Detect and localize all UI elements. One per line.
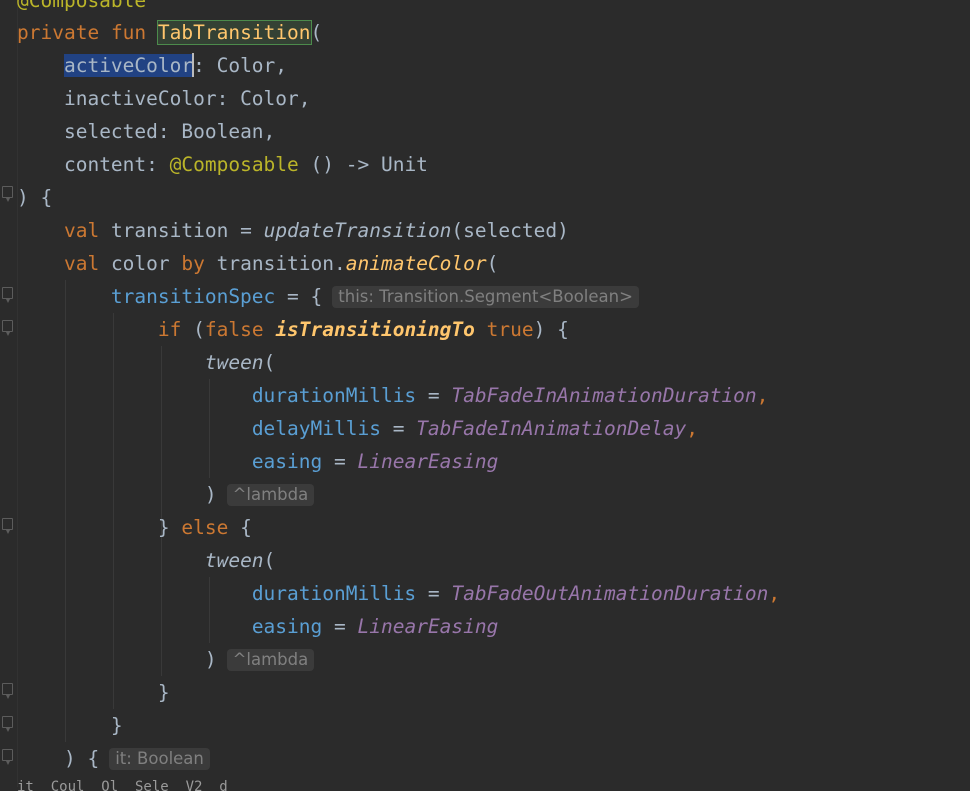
code-text: = (416, 582, 452, 605)
fold-end-icon[interactable] (2, 683, 13, 699)
code-line[interactable]: private fun TabTransition( (17, 16, 322, 49)
constant: LinearEasing (357, 450, 499, 473)
named-argument: transitionSpec (110, 285, 276, 308)
code-text: ) { (533, 318, 569, 341)
code-line[interactable]: val transition = updateTransition(select… (17, 214, 569, 247)
code-text: } (157, 516, 182, 539)
constant: TabFadeOutAnimationDuration (451, 582, 769, 605)
code-line[interactable]: if (false isTransitioningTo true) { (17, 313, 569, 346)
code-text: = (380, 417, 417, 440)
paren: ) (204, 648, 217, 671)
constant: LinearEasing (357, 615, 499, 638)
code-line[interactable]: selected: Boolean, (17, 115, 275, 148)
constant: TabFadeInAnimationDuration (451, 384, 757, 407)
fold-end-icon[interactable] (2, 518, 13, 534)
code-line[interactable]: tween( (17, 544, 275, 577)
signature-close: ) { (17, 186, 53, 209)
paren: ( (310, 21, 323, 44)
code-text: = (322, 450, 358, 473)
comma: , (686, 417, 698, 440)
inlay-hint[interactable]: it: Boolean (109, 748, 210, 770)
code-text: ) { (63, 747, 100, 770)
code-line[interactable]: ) { (17, 181, 52, 214)
code-text: (selected) (451, 219, 569, 242)
code-text: color (99, 252, 182, 275)
code-text: = (322, 615, 358, 638)
code-line[interactable]: easing = LinearEasing (17, 445, 499, 478)
code-line[interactable]: transitionSpec = { this: Transition.Segme… (17, 280, 639, 313)
named-argument: durationMillis (251, 582, 417, 605)
named-argument: delayMillis (251, 417, 381, 440)
code-line[interactable]: easing = LinearEasing (17, 610, 499, 643)
code-line[interactable]: ) { it: Boolean (17, 742, 210, 775)
comma: , (756, 384, 769, 407)
code-line[interactable]: durationMillis = TabFadeInAnimationDurat… (17, 379, 769, 412)
code-editor[interactable]: @Composable private fun TabTransition( a… (0, 0, 970, 791)
code-text: = (416, 384, 452, 407)
code-line[interactable]: delayMillis = TabFadeInAnimationDelay, (17, 412, 698, 445)
fold-start-icon[interactable] (2, 287, 13, 303)
constant: TabFadeInAnimationDelay (416, 417, 687, 440)
paren: ( (486, 252, 499, 275)
code-line[interactable]: @Composable (17, 0, 146, 17)
code-line[interactable]: ) ^lambda (17, 478, 315, 511)
selected-identifier: activeColor (63, 54, 194, 77)
function-call: updateTransition (263, 219, 452, 242)
param-type: () -> Unit (298, 153, 428, 176)
inlay-hint[interactable]: ^lambda (226, 484, 315, 506)
keyword-private: private (17, 21, 100, 44)
keyword-by: by (181, 252, 205, 275)
function-call: tween (204, 549, 264, 572)
code-text: { (228, 516, 252, 539)
function-name: TabTransition (156, 20, 312, 45)
keyword-else: else (181, 516, 229, 539)
annotation: @Composable (17, 0, 147, 12)
code-line[interactable]: ) ^lambda (17, 643, 315, 676)
code-text: ( (181, 318, 205, 341)
code-line[interactable]: tween( (17, 346, 275, 379)
paren: ) (204, 483, 217, 506)
brace: } (110, 714, 123, 737)
function-call: tween (204, 351, 264, 374)
brace: } (157, 681, 170, 704)
keyword-true: true (486, 318, 534, 341)
param-decl: content: (63, 153, 170, 176)
param-decl: inactiveColor: Color, (63, 87, 311, 110)
code-line[interactable]: content: @Composable () -> Unit (17, 148, 428, 181)
code-line[interactable]: val color by transition.animateColor( (17, 247, 498, 280)
keyword-if: if (157, 318, 182, 341)
param-type: : Color, (193, 54, 288, 77)
comma: , (768, 582, 781, 605)
fold-end-icon[interactable] (2, 186, 13, 202)
keyword-false: false (204, 318, 264, 341)
code-line[interactable]: } (17, 709, 123, 742)
keyword-fun: fun (110, 21, 147, 44)
inlay-hint[interactable]: this: Transition.Segment<Boolean> (332, 286, 639, 308)
named-argument: durationMillis (251, 384, 417, 407)
fold-start-icon[interactable] (2, 320, 13, 336)
paren: ( (263, 351, 276, 374)
paren: ( (263, 549, 276, 572)
code-text: transition = (99, 219, 264, 242)
code-line[interactable]: } else { (17, 511, 252, 544)
keyword-val: val (63, 252, 100, 275)
code-line[interactable]: durationMillis = TabFadeOutAnimationDura… (17, 577, 780, 610)
inlay-hint[interactable]: ^lambda (226, 649, 315, 671)
code-line[interactable]: inactiveColor: Color, (17, 82, 311, 115)
code-line[interactable]: } (17, 676, 170, 709)
code-line[interactable]: activeColor: Color, (17, 49, 287, 82)
function-call: animateColor (345, 252, 487, 275)
code-text: transition. (204, 252, 346, 275)
editor-gutter[interactable] (0, 0, 18, 787)
named-argument: easing (251, 615, 323, 638)
param-decl: selected: Boolean, (63, 120, 276, 143)
named-argument: easing (251, 450, 323, 473)
keyword-val: val (63, 219, 100, 242)
infix-function: isTransitioningTo (275, 318, 475, 341)
code-text: = { (275, 285, 323, 308)
fold-end-icon[interactable] (2, 716, 13, 732)
cut-off-line: it Coul Ol Sele V2 d (17, 779, 228, 791)
fold-end-icon[interactable] (2, 749, 13, 765)
annotation: @Composable (169, 153, 299, 176)
